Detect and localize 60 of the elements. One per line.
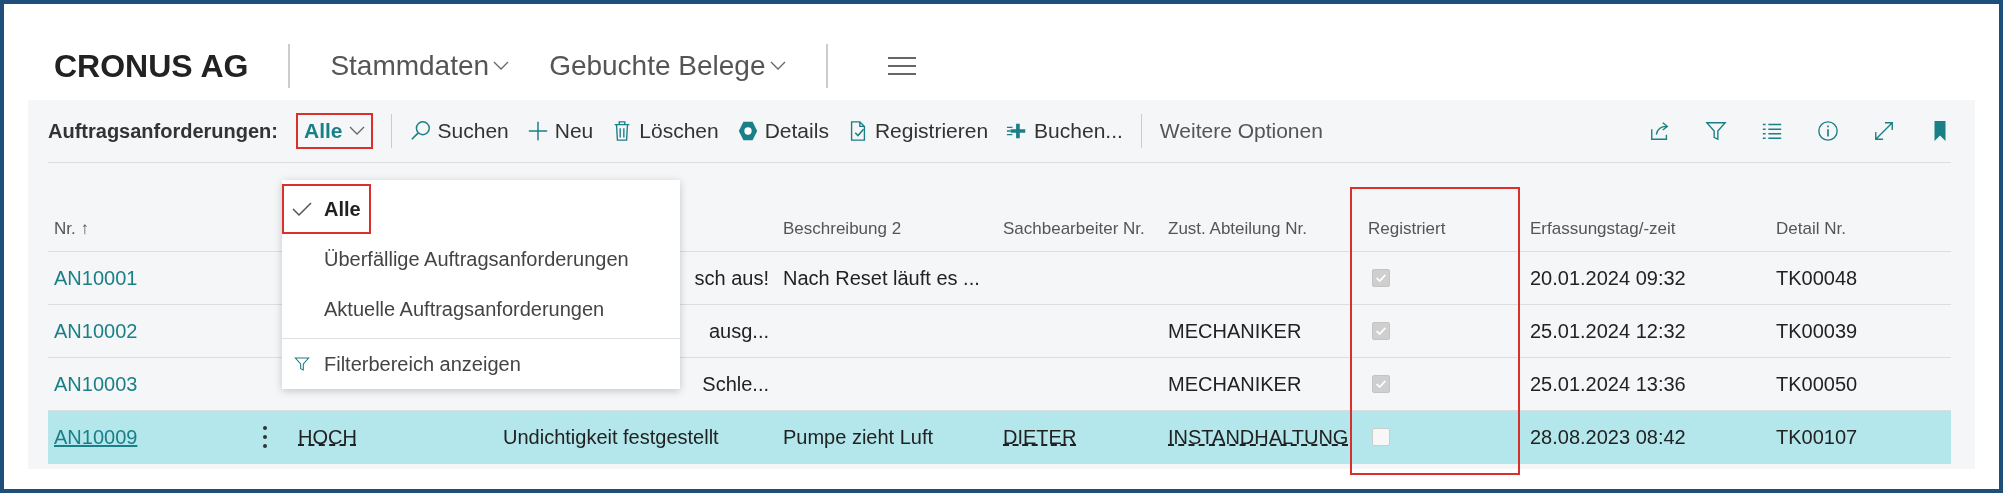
expand-icon[interactable] — [1873, 120, 1895, 142]
request-number-link[interactable]: AN10001 — [54, 266, 138, 290]
column-header[interactable]: Erfassungstag/-zeit — [1530, 219, 1676, 239]
menu-item[interactable]: Filterbereich anzeigen — [282, 339, 680, 389]
more-options-button[interactable]: Weitere Optionen — [1159, 119, 1323, 143]
filter-icon[interactable] — [1705, 120, 1727, 142]
toolbar-button[interactable]: Löschen — [611, 119, 719, 143]
table-cell[interactable]: INSTANDHALTUNG — [1168, 425, 1349, 449]
column-header[interactable]: Sachbearbeiter Nr. — [1003, 219, 1145, 239]
table-cell: 25.01.2024 12:32 — [1530, 319, 1686, 343]
more-icon[interactable] — [262, 425, 268, 449]
nav-menu[interactable]: Stammdaten — [330, 50, 510, 82]
toolbar-button[interactable]: Buchen... — [1006, 119, 1123, 143]
table-cell: TK00107 — [1776, 425, 1858, 449]
column-header[interactable]: Beschreibung 2 — [783, 219, 902, 239]
request-number-link[interactable]: AN10003 — [54, 372, 138, 396]
menu-icon[interactable] — [887, 56, 916, 76]
check-icon — [292, 201, 312, 217]
table-cell[interactable]: DIETER — [1003, 425, 1077, 449]
chevron-icon — [493, 61, 510, 71]
table-cell: Undichtigkeit festgestellt — [503, 425, 719, 449]
table-cell: Schle... — [702, 372, 769, 396]
chevron-icon — [348, 126, 365, 136]
table-cell: 25.01.2024 13:36 — [1530, 372, 1686, 396]
table-cell: Nach Reset läuft es ... — [783, 266, 980, 290]
menu-item[interactable]: Überfällige Auftragsanforderungen — [282, 234, 639, 284]
table-cell[interactable]: MECHANIKER — [1168, 319, 1302, 343]
toolbar-button[interactable]: Details — [736, 119, 829, 143]
table-cell: 28.08.2023 08:42 — [1530, 425, 1686, 449]
request-number-link[interactable]: AN10009 — [54, 425, 138, 449]
toolbar-button[interactable]: Suchen — [409, 119, 509, 143]
column-header[interactable]: Registriert — [1368, 219, 1446, 239]
column-header[interactable]: Zust. Abteilung Nr. — [1168, 219, 1307, 239]
column-header[interactable]: Detail Nr. — [1776, 219, 1846, 239]
table-cell: ausg... — [708, 319, 769, 343]
table-cell: TK00048 — [1776, 266, 1858, 290]
nav-menu[interactable]: Gebuchte Belege — [549, 50, 786, 82]
share-icon[interactable] — [1649, 120, 1671, 142]
filter-icon — [292, 356, 312, 372]
app-title: CRONUS AG — [54, 47, 249, 85]
view-dropdown[interactable]: Alle — [296, 113, 373, 149]
page-label: Auftragsanforderungen: — [48, 119, 278, 143]
info-icon[interactable] — [1817, 120, 1839, 142]
table-cell[interactable]: MECHANIKER — [1168, 372, 1302, 396]
table-cell: TK00050 — [1776, 372, 1858, 396]
toolbar-button[interactable]: Registrieren — [846, 119, 989, 143]
menu-item[interactable]: Alle — [282, 184, 371, 234]
hexagon-icon — [736, 120, 759, 142]
request-number-link[interactable]: AN10002 — [54, 319, 138, 343]
table-cell[interactable]: HOCH — [298, 425, 357, 449]
menu-item[interactable]: Aktuelle Auftragsanforderungen — [282, 284, 615, 334]
table-cell: TK00039 — [1776, 319, 1858, 343]
column-header[interactable]: Nr. ↑ — [54, 219, 89, 239]
table-cell: Pumpe zieht Luft — [783, 425, 934, 449]
toolbar-button[interactable]: Neu — [526, 119, 594, 143]
table-cell: sch aus! — [694, 266, 769, 290]
table-cell: 20.01.2024 09:32 — [1530, 266, 1686, 290]
search-icon — [409, 120, 432, 142]
chevron-icon — [769, 61, 786, 71]
plus-icon — [526, 120, 549, 142]
